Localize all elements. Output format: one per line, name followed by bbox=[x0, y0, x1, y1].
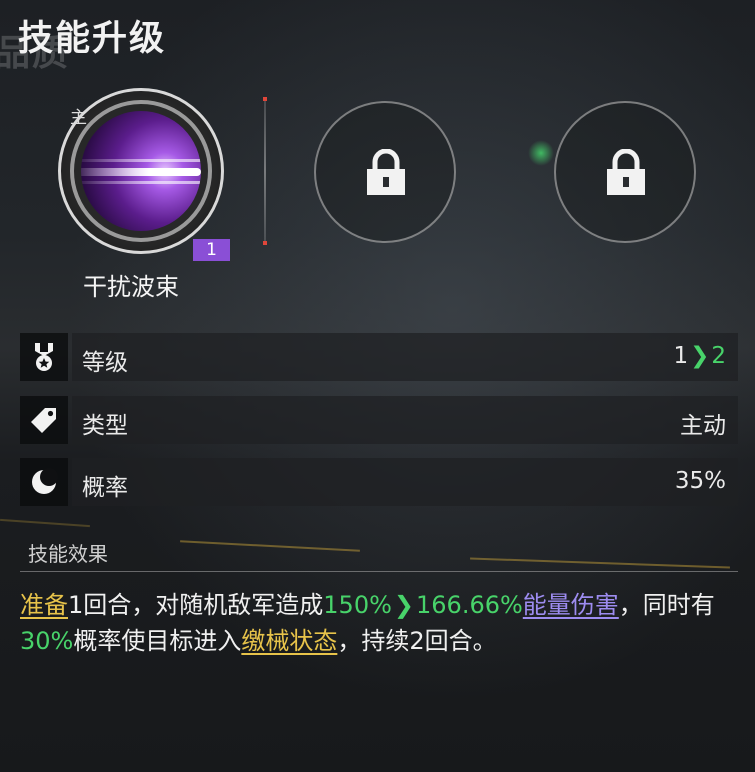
moon-icon bbox=[32, 468, 58, 494]
effect-text: ，持续2回合。 bbox=[337, 627, 497, 655]
lock-icon bbox=[607, 149, 645, 195]
stat-row-type: 类型 主动 bbox=[20, 396, 738, 444]
keyword-energy-damage[interactable]: 能量伤害 bbox=[523, 591, 619, 619]
stat-value: 主动 bbox=[680, 413, 726, 439]
section-divider bbox=[20, 571, 738, 572]
stat-bar bbox=[72, 396, 738, 444]
background-streak bbox=[180, 540, 360, 552]
tag-icon bbox=[31, 408, 56, 433]
lock-icon bbox=[367, 149, 405, 195]
beam-core bbox=[81, 168, 201, 176]
damage-next: 166.66% bbox=[416, 591, 523, 619]
moon-icon-box bbox=[20, 458, 68, 506]
beam-trail bbox=[81, 181, 201, 184]
stat-label: 概率 bbox=[82, 475, 128, 501]
slot-divider bbox=[264, 98, 266, 244]
damage-current: 150% bbox=[323, 591, 392, 619]
divider-marker bbox=[263, 97, 267, 101]
effect-text: 1回合，对随机敌军造成 bbox=[68, 591, 324, 619]
divider-marker bbox=[263, 241, 267, 245]
level-next: 2 bbox=[711, 343, 726, 369]
skill-name: 干扰波束 bbox=[83, 273, 179, 301]
effect-text: ，同时有 bbox=[618, 591, 715, 619]
level-current: 1 bbox=[673, 343, 689, 369]
effect-section-title: 技能效果 bbox=[28, 542, 108, 566]
disarm-chance: 30% bbox=[20, 627, 74, 655]
background-streak bbox=[470, 557, 730, 569]
keyword-prepare[interactable]: 准备 bbox=[20, 591, 68, 619]
stat-value: 1❯2 bbox=[673, 343, 726, 369]
main-skill-tag: 主 bbox=[70, 108, 87, 128]
stat-label: 等级 bbox=[82, 350, 128, 376]
background-glow bbox=[528, 140, 554, 166]
chevron-right-icon: ❯ bbox=[393, 591, 415, 619]
medal-icon bbox=[35, 343, 53, 371]
beam-trail bbox=[81, 159, 201, 162]
tag-icon-box bbox=[20, 396, 68, 444]
chevron-right-icon: ❯ bbox=[690, 343, 710, 369]
locked-skill-slot[interactable] bbox=[314, 101, 456, 243]
skill-level-badge: 1 bbox=[193, 239, 230, 261]
purple-energy-beam-icon bbox=[81, 111, 201, 231]
skill-effect-description: 准备1回合，对随机敌军造成150%❯166.66%能量伤害，同时有 30%概率使目… bbox=[20, 587, 735, 659]
background-streak bbox=[0, 518, 90, 528]
stat-bar bbox=[72, 333, 738, 381]
stat-row-level: 等级 1❯2 bbox=[20, 333, 738, 381]
medal-icon-box bbox=[20, 333, 68, 381]
locked-skill-slot[interactable] bbox=[554, 101, 696, 243]
stat-row-chance: 概率 35% bbox=[20, 458, 738, 506]
stat-value: 35% bbox=[674, 468, 726, 494]
stat-label: 类型 bbox=[82, 413, 128, 439]
stat-bar bbox=[72, 458, 738, 506]
page-title: 技能升级 bbox=[18, 19, 167, 59]
keyword-disarm-state[interactable]: 缴械状态 bbox=[241, 627, 337, 655]
effect-text: 概率使目标进入 bbox=[73, 627, 242, 655]
